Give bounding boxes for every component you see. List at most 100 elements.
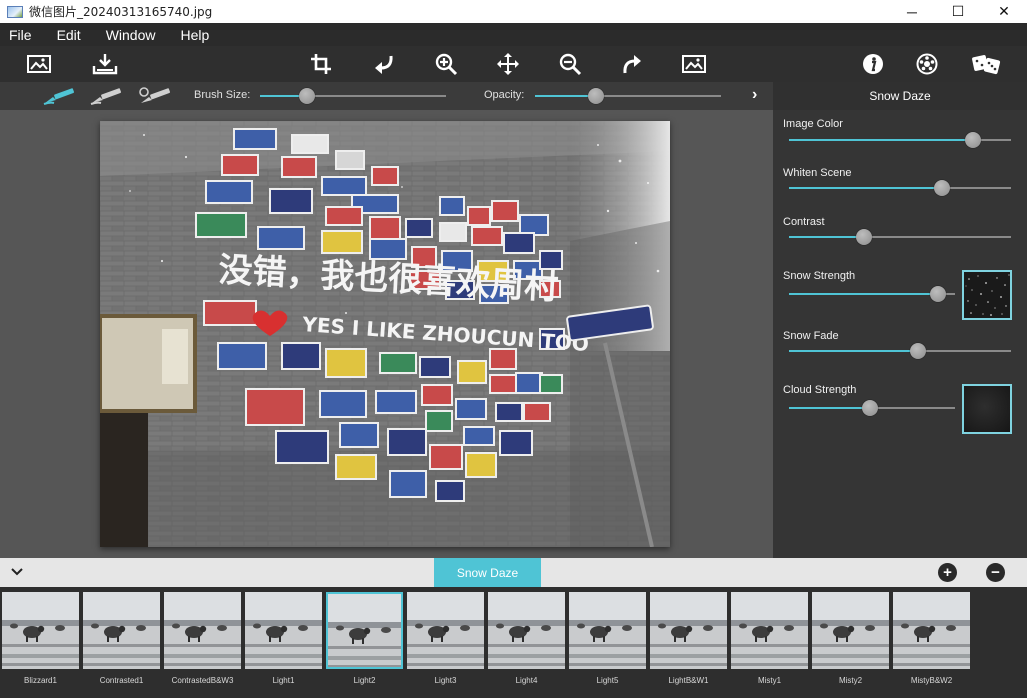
zoom-in-button[interactable] [431,50,461,78]
brush-size-slider[interactable] [260,88,446,104]
snow-fade-slider[interactable] [789,343,1011,359]
whiten-scene-label: Whiten Scene [783,167,852,179]
snow-strength-slider[interactable] [789,286,955,302]
info-button[interactable] [858,50,888,78]
snow-texture-thumbnail[interactable] [962,270,1012,320]
preset-item[interactable]: Light1 [245,592,322,687]
brush-size-slider-handle[interactable] [298,88,315,104]
effects-button[interactable] [912,50,942,78]
brush-apply-icon [43,88,75,105]
preset-thumbnail [83,592,160,669]
preset-thumbnail [164,592,241,669]
menu-help[interactable]: Help [171,27,209,43]
image-color-slider-handle[interactable] [965,132,982,148]
preset-thumbnail [326,592,403,669]
image-color-slider[interactable] [789,132,1011,148]
fit-to-window-button[interactable] [679,50,709,78]
pan-button[interactable] [493,50,523,78]
contrast-slider-handle[interactable] [856,229,873,245]
preset-thumbnail [812,592,889,669]
menu-file[interactable]: File [0,27,32,43]
preset-item[interactable]: Blizzard1 [2,592,79,687]
preset-name: Contrasted1 [99,676,144,685]
preset-name: Misty1 [757,676,782,685]
preset-name: Light5 [596,676,619,685]
snow-fade-slider-handle[interactable] [909,343,926,359]
preset-thumbnail [245,592,322,669]
tab-snow-daze[interactable]: Snow Daze [434,558,541,587]
menu-bar: File Edit Window Help [0,23,1027,46]
preset-thumbnail [488,592,565,669]
crop-icon [311,54,331,74]
preset-item[interactable]: Misty1 [731,592,808,687]
brush-erase-button[interactable] [89,84,125,108]
random-button[interactable] [970,50,1004,78]
cloud-strength-slider-handle[interactable] [862,400,879,416]
contrast-slider[interactable] [789,229,1011,245]
fit-to-window-icon [682,55,706,73]
open-image-button[interactable] [24,50,54,78]
preset-item[interactable]: Contrasted1 [83,592,160,687]
preset-item[interactable]: ContrastedB&W3 [164,592,241,687]
photo-image: 没错，我也很喜欢周村 YES I LIKE ZHOUCUN TOO [100,121,670,547]
preset-item[interactable]: Light3 [407,592,484,687]
crop-button[interactable] [306,50,336,78]
brush-options-bar: Brush Size: Opacity: › [0,82,773,110]
brush-reset-icon [139,87,171,103]
preset-name: MistyB&W2 [910,676,953,685]
redo-button[interactable] [617,50,647,78]
preset-item[interactable]: Light4 [488,592,565,687]
chevron-right-icon[interactable]: › [752,86,757,104]
preset-name: Light2 [353,676,376,685]
preset-name: Light1 [272,676,295,685]
edited-photo: 没错，我也很喜欢周村 YES I LIKE ZHOUCUN TOO [100,121,670,547]
main-toolbar [0,46,1027,82]
contrast-label: Contrast [783,216,825,228]
info-icon [863,54,883,74]
image-color-label: Image Color [783,118,843,130]
redo-icon [623,55,641,74]
cloud-strength-label: Cloud Strength [783,384,857,396]
opacity-slider[interactable] [535,88,721,104]
whiten-scene-slider-handle[interactable] [934,180,951,196]
add-preset-button[interactable]: + [938,563,957,582]
brush-size-label: Brush Size: [194,89,251,101]
brush-apply-button[interactable] [42,84,78,108]
save-image-button[interactable] [90,50,120,78]
chevron-down-icon[interactable] [9,564,25,580]
zoom-out-button[interactable] [555,50,585,78]
brush-reset-button[interactable] [138,84,174,108]
window-title: 微信图片_20240313165740.jpg [29,5,213,19]
undo-button[interactable] [368,50,398,78]
remove-preset-button[interactable]: − [986,563,1005,582]
cloud-strength-slider[interactable] [789,400,955,416]
preset-name: Misty2 [838,676,863,685]
minimize-button[interactable]: ─ [889,0,935,23]
preset-thumbnail [650,592,727,669]
undo-icon [375,55,393,74]
panel-title: Snow Daze [773,82,1027,110]
preset-item[interactable]: Light2 [326,592,403,687]
snow-strength-slider-handle[interactable] [930,286,947,302]
preset-thumbnail [2,592,79,669]
preset-item[interactable]: LightB&W1 [650,592,727,687]
menu-window[interactable]: Window [97,27,156,43]
brush-erase-icon [90,88,122,105]
menu-edit[interactable]: Edit [48,27,81,43]
whiten-scene-slider[interactable] [789,180,1011,196]
preset-item[interactable]: Light5 [569,592,646,687]
presets-strip: Blizzard1 Contrasted1 ContrastedB&W3 Lig… [0,587,1027,698]
effects-icon [916,53,938,75]
preset-thumbnail [731,592,808,669]
maximize-button[interactable]: ☐ [935,0,981,23]
preset-name: Blizzard1 [24,676,57,685]
cloud-texture-thumbnail[interactable] [962,384,1012,434]
random-dice-icon [972,55,1001,75]
preset-item[interactable]: Misty2 [812,592,889,687]
presets-header: Snow Daze + − [0,558,1027,587]
close-button[interactable]: ✕ [981,0,1027,23]
preset-item[interactable]: MistyB&W2 [893,592,970,687]
opacity-slider-handle[interactable] [588,88,605,104]
preset-name: Light4 [515,676,538,685]
image-canvas[interactable]: 没错，我也很喜欢周村 YES I LIKE ZHOUCUN TOO [0,110,773,558]
